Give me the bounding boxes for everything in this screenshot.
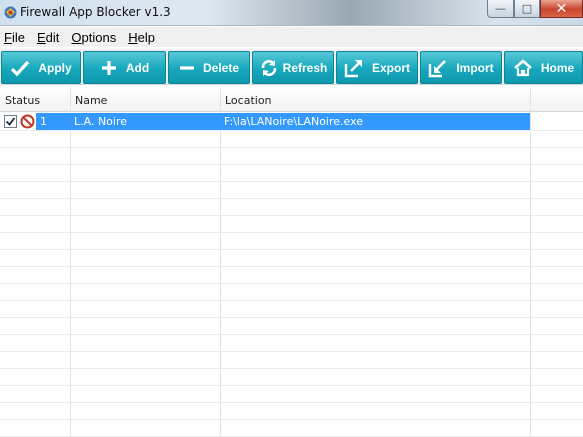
blocked-icon xyxy=(20,114,35,129)
menu-file[interactable]: File xyxy=(4,30,25,45)
maximize-button[interactable]: □ xyxy=(514,0,540,18)
grid-line xyxy=(0,419,583,420)
grid-line xyxy=(0,232,583,233)
menu-help-accel: H xyxy=(128,29,138,45)
table-row[interactable]: 1 L.A. Noire F:\la\LANoire\LANoire.exe xyxy=(0,113,530,130)
import-button[interactable]: Import xyxy=(420,51,502,84)
grid-line xyxy=(0,181,583,182)
export-icon xyxy=(344,59,362,77)
apply-button[interactable]: Apply xyxy=(1,51,81,84)
row-index: 1 xyxy=(36,113,70,130)
grid-line xyxy=(0,351,583,352)
check-icon xyxy=(11,60,30,76)
menu-file-label: ile xyxy=(11,29,25,45)
menu-help[interactable]: Help xyxy=(128,30,155,45)
grid-line xyxy=(0,147,583,148)
grid-line xyxy=(0,249,583,250)
refresh-label: Refresh xyxy=(282,60,328,75)
refresh-icon xyxy=(261,59,276,76)
grid-line xyxy=(0,198,583,199)
delete-label: Delete xyxy=(202,60,240,75)
column-location[interactable]: Location xyxy=(225,94,272,107)
column-name[interactable]: Name xyxy=(75,94,107,107)
home-icon xyxy=(513,58,532,76)
window-title: Firewall App Blocker v1.3 xyxy=(20,5,171,19)
row-name: L.A. Noire xyxy=(70,113,220,130)
home-label: Home xyxy=(540,60,575,75)
menu-options-label: ptions xyxy=(81,29,117,45)
refresh-button[interactable]: Refresh xyxy=(252,51,334,84)
home-button[interactable]: Home xyxy=(504,51,583,84)
apply-label: Apply xyxy=(38,60,72,75)
plus-icon xyxy=(101,60,116,75)
grid-line xyxy=(0,402,583,403)
grid-line xyxy=(0,215,583,216)
add-button[interactable]: Add xyxy=(83,51,166,84)
menu-file-accel: F xyxy=(4,29,12,45)
menu-bar: File Edit Options Help xyxy=(0,27,583,47)
menu-edit-accel: E xyxy=(36,29,46,45)
checkmark-icon xyxy=(5,117,16,126)
export-button[interactable]: Export xyxy=(336,51,418,84)
minus-icon xyxy=(179,65,194,70)
menu-options[interactable]: Options xyxy=(71,30,116,45)
table-header: Status Name Location xyxy=(0,87,583,112)
menu-edit[interactable]: Edit xyxy=(37,30,59,45)
menu-edit-label: dit xyxy=(45,29,60,45)
menu-options-accel: O xyxy=(71,29,82,45)
grid-line xyxy=(0,368,583,369)
app-icon xyxy=(4,6,17,19)
maximize-icon: □ xyxy=(521,2,533,15)
import-label: Import xyxy=(456,60,494,75)
grid-line xyxy=(0,164,583,165)
export-label: Export xyxy=(371,60,410,75)
add-label: Add xyxy=(125,60,150,75)
row-checkbox[interactable] xyxy=(4,115,17,128)
grid-line xyxy=(0,334,583,335)
delete-button[interactable]: Delete xyxy=(168,51,250,84)
grid-line xyxy=(0,300,583,301)
minimize-icon: — xyxy=(495,2,506,15)
toolbar: Apply Add Delete Refresh Export Import H… xyxy=(0,49,583,85)
grid-line xyxy=(0,266,583,267)
app-list-table[interactable]: Status Name Location 1 L.A. Noire F:\la\… xyxy=(0,87,583,437)
minimize-button[interactable]: — xyxy=(487,0,514,18)
grid-line xyxy=(0,385,583,386)
import-icon xyxy=(429,59,447,77)
grid-line xyxy=(0,317,583,318)
close-icon: ✕ xyxy=(555,0,568,17)
close-button[interactable]: ✕ xyxy=(540,0,583,18)
title-bar[interactable]: Firewall App Blocker v1.3 — □ ✕ xyxy=(0,0,583,26)
row-location: F:\la\LANoire\LANoire.exe xyxy=(220,113,530,130)
grid-line xyxy=(0,283,583,284)
grid-line xyxy=(0,130,583,131)
column-status[interactable]: Status xyxy=(5,94,40,107)
menu-help-label: elp xyxy=(137,29,155,45)
